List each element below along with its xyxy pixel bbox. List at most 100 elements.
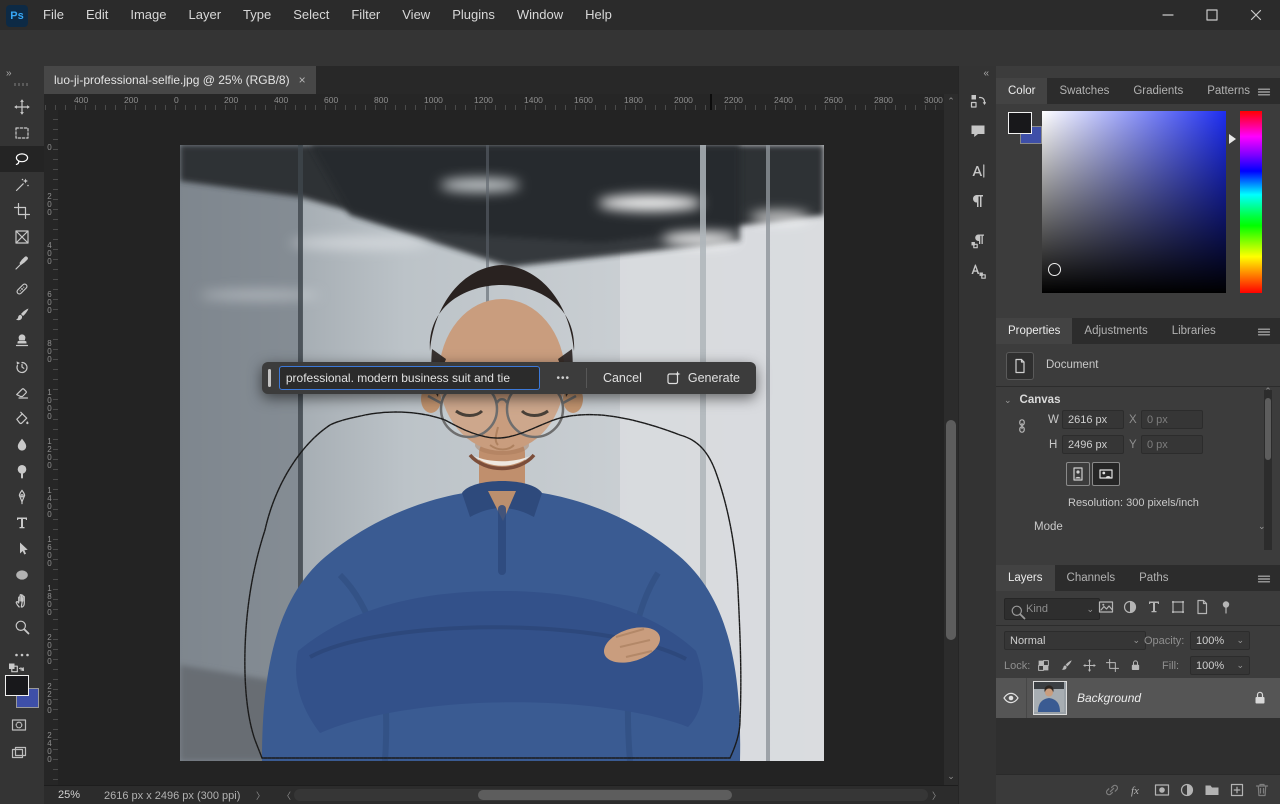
- object-selection-tool[interactable]: [0, 172, 44, 198]
- menu-type[interactable]: Type: [232, 0, 282, 30]
- maximize-button[interactable]: [1190, 0, 1234, 30]
- status-chevron-icon[interactable]: 〉: [256, 789, 265, 802]
- scroll-left-icon[interactable]: 〈: [282, 789, 291, 802]
- character-styles-panel-button[interactable]: [959, 256, 997, 286]
- delete-layer-button[interactable]: [1254, 782, 1270, 798]
- quick-mask-button[interactable]: [11, 717, 27, 733]
- fill-dropdown[interactable]: 100% ⌄: [1190, 656, 1250, 675]
- vertical-ruler[interactable]: 0200400600800100012001400160018002000220…: [44, 110, 59, 785]
- lock-brush-button[interactable]: [1057, 656, 1075, 674]
- menu-layer[interactable]: Layer: [178, 0, 233, 30]
- tab-gradients[interactable]: Gradients: [1121, 78, 1195, 104]
- layer-thumbnail[interactable]: [1033, 681, 1067, 715]
- eyedropper-tool[interactable]: [0, 250, 44, 276]
- clone-stamp-tool[interactable]: [0, 328, 44, 354]
- filter-shapefilter-button[interactable]: [1170, 599, 1186, 615]
- menu-view[interactable]: View: [391, 0, 441, 30]
- more-options-button[interactable]: •••: [548, 366, 578, 390]
- hand-tool[interactable]: [0, 588, 44, 614]
- tab-color[interactable]: Color: [996, 78, 1047, 104]
- zoom-level-field[interactable]: 25%: [58, 789, 80, 801]
- layer-name[interactable]: Background: [1077, 691, 1141, 705]
- tab-paths[interactable]: Paths: [1127, 565, 1180, 591]
- portrait-orientation-button[interactable]: [1066, 462, 1090, 486]
- tab-properties[interactable]: Properties: [996, 318, 1072, 344]
- layer-lock-icon[interactable]: [1252, 690, 1268, 706]
- new-adjustment-layer-button[interactable]: [1179, 782, 1195, 798]
- opacity-dropdown[interactable]: 100% ⌄: [1190, 631, 1250, 650]
- lasso-tool[interactable]: [0, 146, 44, 172]
- menu-image[interactable]: Image: [119, 0, 177, 30]
- hue-slider-marker[interactable]: [1229, 134, 1236, 144]
- move-tool[interactable]: [0, 94, 44, 120]
- foreground-color-swatch[interactable]: [1008, 112, 1032, 134]
- filter-imgthumb-button[interactable]: [1098, 599, 1114, 615]
- vertical-scrollbar-thumb[interactable]: [946, 420, 956, 640]
- scroll-up-icon[interactable]: ⌃: [944, 94, 958, 108]
- zoom-tool[interactable]: [0, 614, 44, 640]
- shape-tool[interactable]: [0, 562, 44, 588]
- properties-scrollbar-thumb[interactable]: [1265, 398, 1271, 460]
- layer-filter-kind-dropdown[interactable]: Kind ⌄: [1004, 598, 1100, 620]
- eraser-tool[interactable]: [0, 380, 44, 406]
- tab-channels[interactable]: Channels: [1055, 565, 1128, 591]
- toolbar-expand-button[interactable]: »: [6, 68, 12, 79]
- filter-type-button[interactable]: [1146, 599, 1162, 615]
- width-field[interactable]: 2616 px: [1062, 410, 1124, 429]
- tab-libraries[interactable]: Libraries: [1160, 318, 1228, 344]
- cancel-button[interactable]: Cancel: [595, 366, 650, 390]
- minimize-button[interactable]: [1146, 0, 1190, 30]
- menu-select[interactable]: Select: [282, 0, 340, 30]
- link-layers-button[interactable]: [1104, 782, 1120, 798]
- vertical-scrollbar[interactable]: ⌃ ⌄: [944, 94, 958, 785]
- layer-visibility-eye-icon[interactable]: [996, 690, 1026, 706]
- history-brush-tool[interactable]: [0, 354, 44, 380]
- hue-slider[interactable]: [1240, 111, 1262, 293]
- panel-menu-icon[interactable]: [1256, 84, 1272, 100]
- horizontal-ruler[interactable]: 4002000200400600800100012001400160018002…: [44, 94, 944, 111]
- layer-style-button[interactable]: fx: [1129, 782, 1145, 798]
- pen-tool[interactable]: [0, 484, 44, 510]
- filter-adjust-button[interactable]: [1122, 599, 1138, 615]
- type-tool[interactable]: [0, 510, 44, 536]
- scroll-right-icon[interactable]: 〉: [932, 789, 941, 802]
- filter-smartobj-button[interactable]: [1194, 599, 1210, 615]
- menu-plugins[interactable]: Plugins: [441, 0, 506, 30]
- canvas-section-header[interactable]: ⌄ Canvas: [1004, 394, 1060, 406]
- tab-layers[interactable]: Layers: [996, 565, 1055, 591]
- x-field[interactable]: 0 px: [1141, 410, 1203, 429]
- history-panel-button[interactable]: [959, 86, 997, 116]
- drag-handle[interactable]: [268, 369, 271, 387]
- canvas-photo[interactable]: [180, 145, 824, 761]
- gradient-tool[interactable]: [0, 406, 44, 432]
- new-group-button[interactable]: [1204, 782, 1220, 798]
- properties-scrollbar[interactable]: ⌃: [1264, 390, 1272, 550]
- blur-tool[interactable]: [0, 432, 44, 458]
- add-layer-mask-button[interactable]: [1154, 782, 1170, 798]
- horizontal-scrollbar-thumb[interactable]: [478, 790, 732, 800]
- tab-adjustments[interactable]: Adjustments: [1072, 318, 1159, 344]
- paragraph-styles-panel-button[interactable]: [959, 226, 997, 256]
- scroll-down-icon[interactable]: ⌄: [944, 769, 958, 783]
- blend-mode-dropdown[interactable]: Normal ⌄: [1004, 631, 1146, 650]
- color-field-cursor[interactable]: [1048, 263, 1061, 276]
- filter-pin-button[interactable]: [1218, 599, 1234, 615]
- foreground-color-swatch[interactable]: [5, 675, 29, 696]
- screen-mode-button[interactable]: [11, 745, 27, 761]
- horizontal-scrollbar[interactable]: [294, 789, 928, 801]
- spot-healing-brush-tool[interactable]: [0, 276, 44, 302]
- tab-swatches[interactable]: Swatches: [1047, 78, 1121, 104]
- menu-filter[interactable]: Filter: [340, 0, 391, 30]
- layer-row-background[interactable]: Background: [996, 678, 1280, 718]
- menu-help[interactable]: Help: [574, 0, 623, 30]
- dodge-tool[interactable]: [0, 458, 44, 484]
- height-field[interactable]: 2496 px: [1062, 435, 1124, 454]
- menu-file[interactable]: File: [32, 0, 75, 30]
- comments-panel-button[interactable]: [959, 116, 997, 146]
- tab-close-icon[interactable]: ×: [299, 73, 306, 87]
- menu-window[interactable]: Window: [506, 0, 574, 30]
- dock-collapse-button[interactable]: «: [983, 68, 989, 79]
- scroll-up-icon[interactable]: ⌃: [1264, 386, 1272, 397]
- frame-tool[interactable]: [0, 224, 44, 250]
- lock-checker-button[interactable]: [1034, 656, 1052, 674]
